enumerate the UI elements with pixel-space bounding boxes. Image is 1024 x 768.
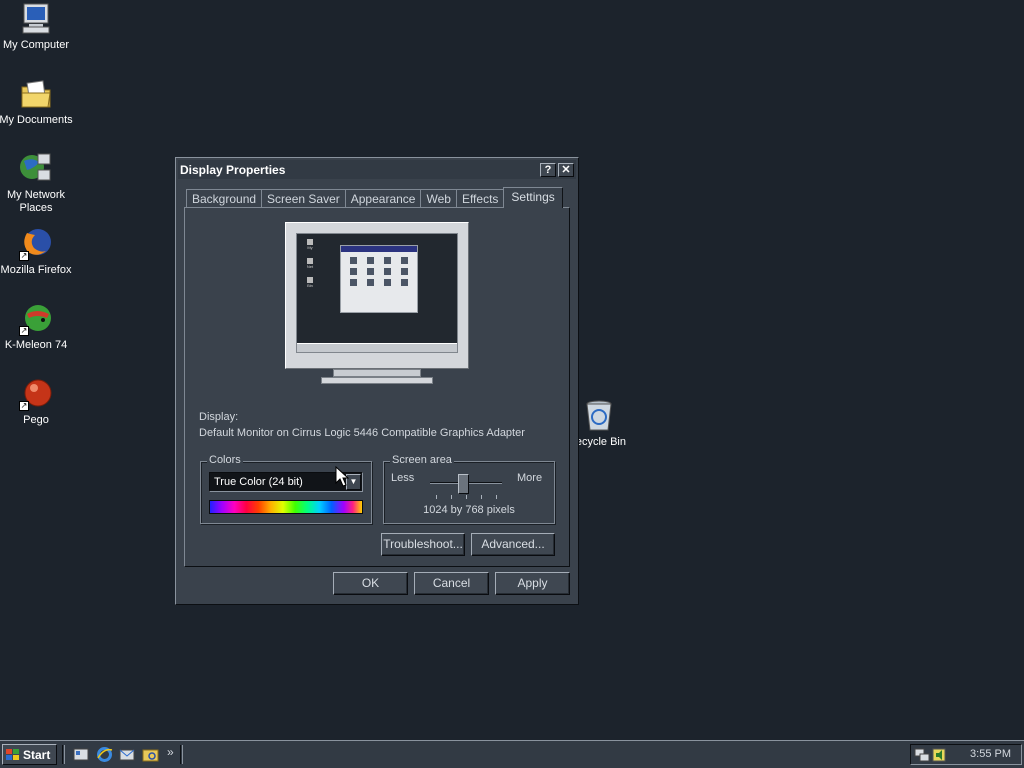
documents-folder-icon xyxy=(19,77,53,111)
taskbar-separator xyxy=(62,745,65,764)
explorer-folder-icon[interactable] xyxy=(142,746,159,763)
screen-area-slider-thumb[interactable] xyxy=(458,474,469,494)
screen-area-group: Screen area Less More 1024 by 768 pixels xyxy=(383,454,555,524)
mouse-cursor-icon xyxy=(335,466,349,487)
computer-icon xyxy=(19,2,53,36)
tab-background[interactable]: Background xyxy=(186,189,263,208)
tab-screen-saver[interactable]: Screen Saver xyxy=(261,189,346,208)
desktop-icon-label: Mozilla Firefox xyxy=(0,264,72,276)
troubleshoot-button[interactable]: Troubleshoot... xyxy=(381,533,465,556)
network-places-icon xyxy=(19,152,53,186)
desktop-icon-k-meleon[interactable]: ↗ K-Meleon 74 xyxy=(0,302,74,352)
desktop-icon-label: My Documents xyxy=(0,114,73,126)
apply-button[interactable]: Apply xyxy=(495,572,570,595)
close-button[interactable]: ✕ xyxy=(558,162,574,177)
clock[interactable]: 3:55 PM xyxy=(970,748,1011,760)
start-button[interactable]: Start xyxy=(2,744,57,765)
screen-area-group-label: Screen area xyxy=(390,454,454,466)
title-bar[interactable]: Display Properties ? ✕ xyxy=(178,160,576,179)
tab-effects[interactable]: Effects xyxy=(455,189,505,208)
monitor-stand xyxy=(333,369,421,377)
desktop-icon-label: My Network Places xyxy=(6,189,66,214)
internet-explorer-icon[interactable] xyxy=(96,746,113,763)
tab-web[interactable]: Web xyxy=(420,189,457,208)
display-adapter-text: Default Monitor on Cirrus Logic 5446 Com… xyxy=(199,427,525,439)
desktop-icon-my-network-places[interactable]: My Network Places xyxy=(0,152,74,215)
tab-strip: Background Screen Saver Appearance Web E… xyxy=(186,187,563,208)
preview-window xyxy=(340,245,418,313)
desktop-icon-label: My Computer xyxy=(2,39,70,51)
shortcut-arrow-icon: ↗ xyxy=(19,401,29,411)
colors-selected-value: True Color (24 bit) xyxy=(214,476,303,488)
color-spectrum-bar xyxy=(209,500,363,514)
desktop-icon-mozilla-firefox[interactable]: ↗ Mozilla Firefox xyxy=(0,227,74,277)
window-title: Display Properties xyxy=(180,162,286,177)
k-meleon-icon: ↗ xyxy=(19,302,53,336)
network-tray-icon[interactable] xyxy=(914,747,930,763)
start-label: Start xyxy=(23,747,51,762)
resolution-text: 1024 by 768 pixels xyxy=(423,504,515,516)
tab-appearance[interactable]: Appearance xyxy=(344,189,422,208)
desktop-icon-pego[interactable]: ↗ Pego xyxy=(0,377,74,427)
desktop-icon-label: K-Meleon 74 xyxy=(4,339,68,351)
firefox-icon: ↗ xyxy=(19,227,53,261)
preview-screen: My Net Bin xyxy=(296,233,458,353)
shortcut-arrow-icon: ↗ xyxy=(19,251,29,261)
help-button[interactable]: ? xyxy=(540,162,556,177)
recycle-bin-icon xyxy=(582,399,616,433)
desktop-icon-my-computer[interactable]: My Computer xyxy=(0,2,74,52)
shortcut-arrow-icon: ↗ xyxy=(19,326,29,336)
desktop-icon-label: Pego xyxy=(23,414,49,426)
colors-group-label: Colors xyxy=(207,454,243,466)
taskbar: Start » 3:55 PM xyxy=(0,740,1024,768)
windows-logo-icon xyxy=(6,748,19,760)
settings-panel: My Net Bin Display: Default Monitor on C… xyxy=(184,207,570,567)
less-label: Less xyxy=(391,472,415,484)
display-label: Display: xyxy=(199,411,239,423)
advanced-button[interactable]: Advanced... xyxy=(471,533,555,556)
quick-launch-overflow-button[interactable]: » xyxy=(167,745,174,759)
volume-tray-icon[interactable] xyxy=(931,747,947,763)
outlook-express-icon[interactable] xyxy=(119,746,136,763)
monitor-base xyxy=(321,377,433,384)
monitor-preview: My Net Bin xyxy=(285,222,469,369)
taskbar-separator xyxy=(180,745,183,764)
show-desktop-icon[interactable] xyxy=(73,746,90,763)
ok-button[interactable]: OK xyxy=(333,572,408,595)
tab-settings[interactable]: Settings xyxy=(503,187,563,208)
desktop-icon-my-documents[interactable]: My Documents xyxy=(0,77,74,127)
display-properties-window: Display Properties ? ✕ Background Screen… xyxy=(175,157,579,605)
more-label: More xyxy=(517,472,543,484)
cancel-button[interactable]: Cancel xyxy=(414,572,489,595)
system-tray: 3:55 PM xyxy=(910,744,1022,765)
pego-icon: ↗ xyxy=(19,377,53,411)
